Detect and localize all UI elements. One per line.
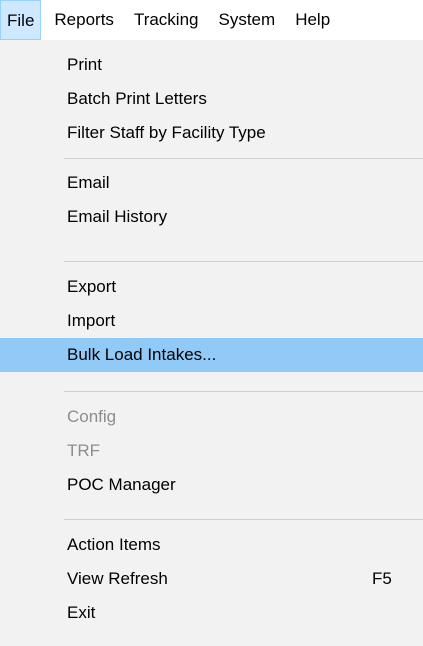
- menu-item-view-refresh[interactable]: View Refresh F5: [0, 562, 423, 596]
- menu-tracking[interactable]: Tracking: [125, 0, 208, 40]
- menu-item-print[interactable]: Print: [0, 48, 423, 82]
- menu-separator: [64, 519, 423, 520]
- menu-item-bulk-load-intakes[interactable]: Bulk Load Intakes...: [0, 338, 423, 372]
- menu-separator: [64, 261, 423, 262]
- menu-item-label: Exit: [67, 603, 96, 622]
- menu-item-action-items[interactable]: Action Items: [0, 528, 423, 562]
- menu-help[interactable]: Help: [286, 0, 339, 40]
- menu-separator: [64, 391, 423, 392]
- menu-item-label: TRF: [67, 441, 101, 460]
- menu-item-exit[interactable]: Exit: [0, 596, 423, 630]
- menu-system[interactable]: System: [210, 0, 285, 40]
- menu-item-import[interactable]: Import: [0, 304, 423, 338]
- menu-item-label: POC Manager: [67, 475, 176, 494]
- application-window: File Reports Tracking System Help Print …: [0, 0, 423, 646]
- menu-reports[interactable]: Reports: [45, 0, 123, 40]
- menu-item-label: Export: [67, 277, 117, 296]
- menu-item-poc-manager[interactable]: POC Manager: [0, 468, 423, 502]
- menu-item-label: Import: [67, 311, 116, 330]
- file-menu-dropdown: Print Batch Print Letters Filter Staff b…: [0, 40, 423, 646]
- menu-item-batch-print-letters[interactable]: Batch Print Letters: [0, 82, 423, 116]
- menu-item-label: Action Items: [67, 535, 161, 554]
- menu-item-label: Print: [67, 55, 102, 74]
- menu-item-label: View Refresh: [67, 569, 168, 588]
- menu-item-trf: TRF: [0, 434, 423, 468]
- menu-item-label: Filter Staff by Facility Type: [67, 123, 266, 142]
- menu-separator: [64, 158, 423, 159]
- menu-item-email[interactable]: Email: [0, 166, 423, 200]
- menu-file[interactable]: File: [0, 0, 42, 40]
- menu-item-label: Batch Print Letters: [67, 89, 207, 108]
- menu-item-email-history[interactable]: Email History: [0, 200, 423, 234]
- menu-item-label: Email History: [67, 207, 168, 226]
- shortcut-label: F5: [372, 569, 392, 588]
- menu-item-label: Email: [67, 173, 110, 192]
- menu-item-filter-staff[interactable]: Filter Staff by Facility Type: [0, 116, 423, 150]
- menu-item-label: Bulk Load Intakes...: [67, 345, 217, 364]
- menu-item-label: Config: [67, 407, 117, 426]
- menu-bar: File Reports Tracking System Help: [0, 0, 423, 40]
- menu-item-config: Config: [0, 400, 423, 434]
- menu-item-export[interactable]: Export: [0, 270, 423, 304]
